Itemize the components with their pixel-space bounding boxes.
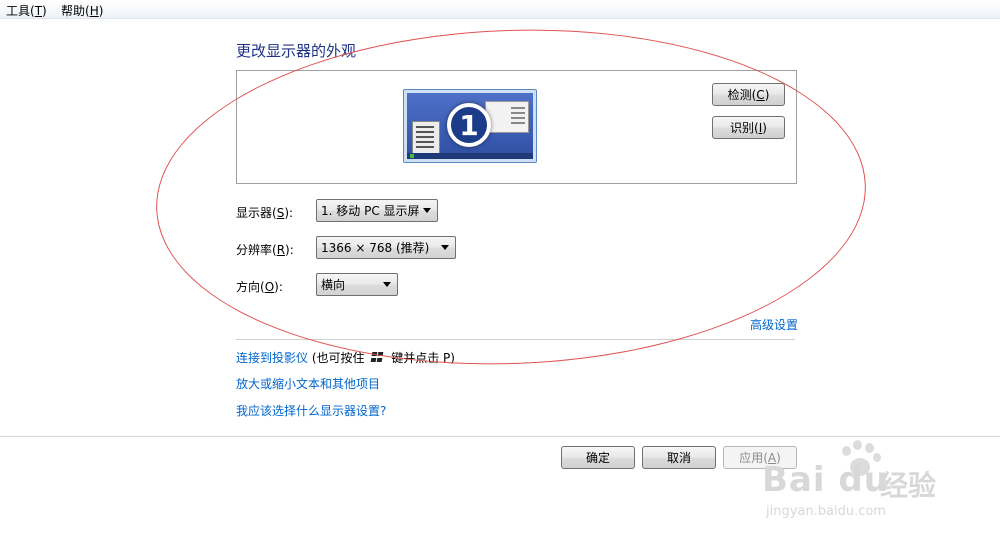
apply-button-label: 应用( (739, 451, 768, 465)
paw-logo-icon (836, 440, 882, 480)
divider (236, 339, 795, 340)
apply-button-label-end: ) (776, 450, 781, 465)
detect-button-accesskey: C (756, 87, 765, 102)
watermark-cn: 经验 (880, 469, 937, 502)
menu-help-accesskey: H (89, 4, 99, 18)
menu-tools-label: 工具( (6, 4, 35, 18)
apply-button[interactable]: 应用(A) (723, 446, 797, 469)
resolution-select-value: 1366 × 768 (推荐) (321, 241, 430, 255)
page-title: 更改显示器的外观 (236, 42, 357, 60)
resolution-select[interactable]: 1366 × 768 (推荐) (316, 236, 456, 259)
orientation-select[interactable]: 横向 (316, 273, 398, 296)
monitor-number-badge: 1 (447, 103, 491, 147)
display-select-value: 1. 移动 PC 显示屏 (321, 204, 420, 218)
text-size-link[interactable]: 放大或缩小文本和其他项目 (236, 375, 380, 392)
advanced-settings-link[interactable]: 高级设置 (750, 316, 798, 333)
monitor-screen: 1 (407, 93, 533, 159)
menu-tools-accesskey: T (34, 4, 43, 18)
footer-divider (0, 436, 1000, 437)
display-label-end: ): (284, 206, 294, 220)
detect-button[interactable]: 检测(C) (712, 83, 785, 106)
taskbar-icon (407, 153, 533, 159)
apply-button-accesskey: A (767, 450, 777, 465)
which-display-settings-link[interactable]: 我应该选择什么显示器设置? (236, 402, 386, 419)
watermark-url: jingyan.baidu.com (766, 504, 886, 519)
resolution-label: 分辨率(R): (236, 241, 294, 258)
ok-button[interactable]: 确定 (561, 446, 635, 469)
orientation-label-accesskey: O (264, 280, 275, 294)
detect-button-label: 检测( (727, 88, 757, 102)
identify-button-label-end: ) (762, 120, 767, 135)
display-select[interactable]: 1. 移动 PC 显示屏 (316, 199, 438, 222)
chevron-down-icon (383, 282, 391, 287)
menu-help-label: 帮助( (61, 4, 90, 18)
projector-hint-post: 键并点击 P) (391, 351, 455, 365)
orientation-label: 方向(O): (236, 278, 283, 295)
display-label-text: 显示器( (236, 206, 277, 220)
orientation-label-text: 方向( (236, 280, 265, 294)
orientation-select-value: 横向 (321, 278, 346, 292)
connect-projector-link[interactable]: 连接到投影仪 (236, 351, 308, 365)
menu-tools-label-end: ) (42, 4, 47, 18)
windows-logo-icon (371, 352, 384, 363)
resolution-label-text: 分辨率( (236, 243, 277, 257)
monitor-1-thumbnail[interactable]: 1 (403, 89, 537, 163)
menu-bar: 工具(T) 帮助(H) (0, 0, 1000, 19)
chevron-down-icon (441, 245, 449, 250)
identify-button-label: 识别( (730, 121, 759, 135)
orientation-label-end: ): (274, 280, 283, 294)
desktop-window-icon (485, 101, 529, 133)
cancel-button[interactable]: 取消 (642, 446, 716, 469)
resolution-label-accesskey: R (276, 243, 286, 257)
resolution-label-end: ): (285, 243, 294, 257)
detect-button-label-end: ) (764, 87, 770, 102)
desktop-gadget-icon (412, 121, 440, 155)
display-preview-panel: 1 检测(C) 识别(I) (236, 70, 797, 184)
projector-hint-pre: (也可按住 (311, 351, 365, 365)
chevron-down-icon (423, 208, 431, 213)
identify-button[interactable]: 识别(I) (712, 116, 785, 139)
menu-tools[interactable]: 工具(T) (6, 2, 47, 19)
display-label: 显示器(S): (236, 204, 293, 221)
projector-row: 连接到投影仪 (也可按住 键并点击 P) (236, 349, 455, 366)
menu-help[interactable]: 帮助(H) (61, 2, 103, 19)
menu-help-label-end: ) (98, 4, 104, 18)
